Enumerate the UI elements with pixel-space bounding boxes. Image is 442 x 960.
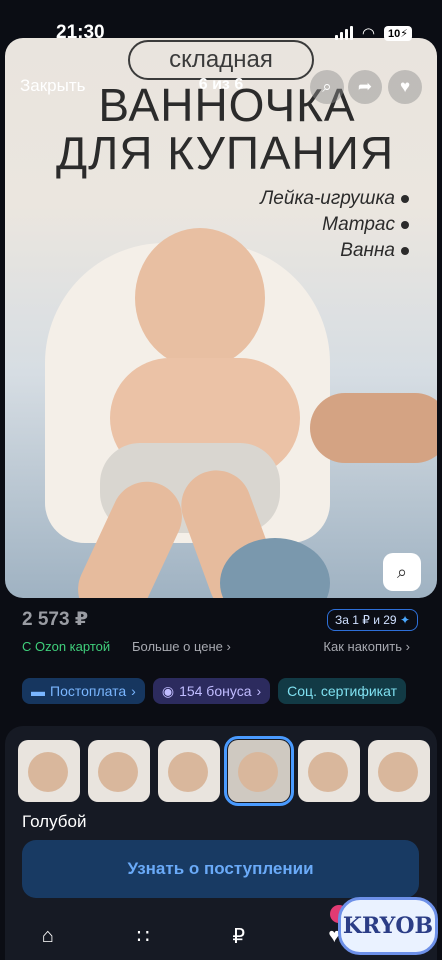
installment-badge[interactable]: За 1 ₽ и 29 ✦ bbox=[326, 609, 418, 631]
chip-label: 154 бонуса bbox=[179, 683, 252, 699]
photo-title-line2: ДЛЯ КУПАНИЯ bbox=[55, 127, 395, 179]
selected-color-label: Голубой bbox=[22, 812, 87, 831]
photo-hand bbox=[310, 393, 437, 463]
status-bar: 21:30 ◠ 10⚡ bbox=[0, 0, 442, 60]
sparkle-icon: ✦ bbox=[399, 613, 410, 627]
battery-level: 10 bbox=[388, 27, 401, 40]
more-about-price-label: Больше о цене bbox=[132, 639, 223, 654]
feature-item: Лейка-игрушка bbox=[260, 188, 409, 210]
how-to-save-link[interactable]: Как накопить › bbox=[323, 639, 410, 654]
home-icon[interactable]: ⌂ bbox=[32, 920, 64, 952]
variant-thumbnails bbox=[18, 736, 430, 806]
status-icons: ◠ 10⚡ bbox=[334, 24, 412, 42]
battery-icon: 10⚡ bbox=[384, 25, 412, 41]
installment-label: За 1 ₽ и 29 bbox=[334, 613, 397, 627]
variant-thumbnail[interactable] bbox=[18, 740, 80, 802]
ozon-card-price-label: С Ozon картой bbox=[22, 639, 111, 654]
thumbnail-image bbox=[98, 752, 138, 792]
thumbnail-image bbox=[168, 752, 208, 792]
variant-thumbnail-selected[interactable] bbox=[224, 736, 294, 806]
chip-bonuses[interactable]: ◉ 154 бонуса › bbox=[152, 678, 271, 704]
watermark-logo: KRYOB bbox=[338, 897, 438, 955]
variant-thumbnail[interactable] bbox=[158, 740, 220, 802]
how-to-save-label: Как накопить bbox=[323, 639, 403, 654]
chip-social-certificate[interactable]: Соц. сертификат bbox=[278, 678, 407, 704]
product-price: 2 573 ₽ bbox=[22, 609, 89, 630]
signal-icon bbox=[334, 26, 353, 40]
promo-chips: ▬ Постоплата › ◉ 154 бонуса › Соц. серти… bbox=[22, 678, 407, 704]
card-icon: ▬ bbox=[31, 683, 45, 699]
chip-label: Постоплата bbox=[50, 683, 127, 699]
chevron-right-icon: › bbox=[226, 639, 231, 654]
variant-thumbnail[interactable] bbox=[368, 740, 430, 802]
photo-baby-head bbox=[135, 228, 265, 368]
wifi-icon: ◠ bbox=[361, 25, 376, 42]
heart-icon[interactable]: ♥ bbox=[388, 70, 422, 104]
thumbnail-image bbox=[308, 752, 348, 792]
chevron-right-icon: › bbox=[405, 639, 410, 654]
ruble-icon[interactable]: ₽ bbox=[223, 920, 255, 952]
bonus-icon: ◉ bbox=[161, 683, 175, 699]
feature-item: Ванна bbox=[340, 240, 409, 262]
variant-thumbnail[interactable] bbox=[88, 740, 150, 802]
feature-item: Матрас bbox=[322, 214, 409, 236]
product-photo[interactable]: складная ВАННОЧКА ДЛЯ КУПАНИЯ Лейка-игру… bbox=[5, 38, 437, 598]
catalog-icon[interactable]: ∷ bbox=[127, 920, 159, 952]
variant-thumbnail[interactable] bbox=[298, 740, 360, 802]
chevron-right-icon: › bbox=[256, 683, 262, 699]
thumbnail-image bbox=[28, 752, 68, 792]
status-time: 21:30 bbox=[56, 22, 105, 43]
chip-label: Соц. сертификат bbox=[287, 683, 398, 699]
chevron-right-icon: › bbox=[131, 683, 136, 699]
thumbnail-image bbox=[238, 752, 278, 792]
gallery-header: Закрыть 6 из 6 ⌕ ➦ ♥ bbox=[0, 70, 442, 106]
image-search-icon[interactable]: ⌕ bbox=[383, 553, 421, 591]
notify-availability-button[interactable]: Узнать о поступлении bbox=[22, 840, 419, 898]
search-icon[interactable]: ⌕ bbox=[310, 70, 344, 104]
chip-postpay[interactable]: ▬ Постоплата › bbox=[22, 678, 145, 704]
more-about-price-link[interactable]: Больше о цене › bbox=[132, 639, 231, 654]
share-icon[interactable]: ➦ bbox=[348, 70, 382, 104]
thumbnail-image bbox=[378, 752, 418, 792]
